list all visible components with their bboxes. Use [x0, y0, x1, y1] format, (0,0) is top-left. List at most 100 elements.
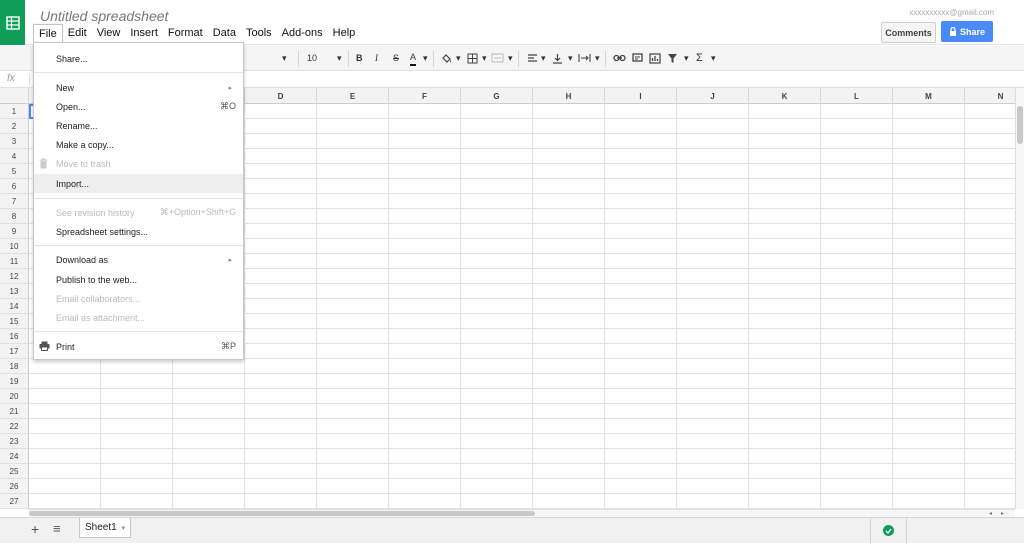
grid-cell[interactable] — [389, 494, 461, 509]
grid-cell[interactable] — [965, 269, 1015, 284]
grid-cell[interactable] — [389, 464, 461, 479]
grid-cell[interactable] — [821, 104, 893, 119]
grid-cell[interactable] — [821, 224, 893, 239]
menu-help[interactable]: Help — [328, 24, 361, 42]
grid-cell[interactable] — [533, 194, 605, 209]
grid-cell[interactable] — [317, 209, 389, 224]
grid-cell[interactable] — [821, 479, 893, 494]
row-header[interactable]: 23 — [0, 434, 29, 449]
horizontal-scrollbar[interactable]: ◂ ▸ — [29, 509, 1015, 517]
grid-cell[interactable] — [749, 494, 821, 509]
grid-cell[interactable] — [245, 464, 317, 479]
grid-cell[interactable] — [461, 239, 533, 254]
grid-cell[interactable] — [749, 449, 821, 464]
grid-cell[interactable] — [749, 359, 821, 374]
grid-cell[interactable] — [533, 404, 605, 419]
functions-chevron-down-icon[interactable]: ▾ — [711, 50, 716, 66]
grid-cell[interactable] — [965, 419, 1015, 434]
grid-cell[interactable] — [317, 494, 389, 509]
row-header[interactable]: 20 — [0, 389, 29, 404]
grid-cell[interactable] — [749, 254, 821, 269]
grid-cell[interactable] — [821, 134, 893, 149]
grid-cell[interactable] — [893, 464, 965, 479]
grid-cell[interactable] — [389, 359, 461, 374]
row-header[interactable]: 17 — [0, 344, 29, 359]
grid-cell[interactable] — [821, 209, 893, 224]
all-sheets-list-icon[interactable]: ≡ — [53, 521, 61, 536]
menu-item-open[interactable]: Open... ⌘O — [34, 97, 243, 116]
bold-button[interactable]: B — [356, 50, 363, 66]
grid-cell[interactable] — [461, 404, 533, 419]
document-title[interactable]: Untitled spreadsheet — [40, 8, 168, 24]
grid-cell[interactable] — [605, 149, 677, 164]
grid-cell[interactable] — [893, 179, 965, 194]
grid-cell[interactable] — [821, 434, 893, 449]
grid-cell[interactable] — [317, 299, 389, 314]
grid-cell[interactable] — [533, 134, 605, 149]
menu-tools[interactable]: Tools — [241, 24, 277, 42]
grid-cell[interactable] — [101, 464, 173, 479]
grid-cell[interactable] — [677, 314, 749, 329]
menu-edit[interactable]: Edit — [63, 24, 92, 42]
row-header[interactable]: 5 — [0, 164, 29, 179]
menu-data[interactable]: Data — [208, 24, 241, 42]
grid-cell[interactable] — [29, 404, 101, 419]
sheet-tab-chevron-down-icon[interactable]: ▾ — [121, 524, 125, 532]
grid-cell[interactable] — [173, 464, 245, 479]
column-header[interactable]: G — [461, 88, 533, 104]
grid-cell[interactable] — [461, 179, 533, 194]
grid-cell[interactable] — [677, 104, 749, 119]
menu-format[interactable]: Format — [163, 24, 208, 42]
grid-cell[interactable] — [821, 389, 893, 404]
grid-cell[interactable] — [389, 269, 461, 284]
grid-cell[interactable] — [245, 164, 317, 179]
grid-cell[interactable] — [317, 239, 389, 254]
grid-cell[interactable] — [533, 269, 605, 284]
grid-cell[interactable] — [533, 119, 605, 134]
grid-cell[interactable] — [245, 224, 317, 239]
row-header[interactable]: 10 — [0, 239, 29, 254]
grid-cell[interactable] — [677, 389, 749, 404]
column-header[interactable]: I — [605, 88, 677, 104]
grid-cell[interactable] — [245, 419, 317, 434]
grid-cell[interactable] — [893, 164, 965, 179]
grid-cell[interactable] — [461, 374, 533, 389]
menu-addons[interactable]: Add-ons — [277, 24, 328, 42]
grid-cell[interactable] — [749, 269, 821, 284]
grid-cell[interactable] — [893, 239, 965, 254]
row-header[interactable]: 16 — [0, 329, 29, 344]
grid-cell[interactable] — [389, 404, 461, 419]
grid-cell[interactable] — [893, 149, 965, 164]
grid-cell[interactable] — [389, 134, 461, 149]
grid-cell[interactable] — [965, 104, 1015, 119]
grid-cell[interactable] — [101, 374, 173, 389]
grid-cell[interactable] — [965, 224, 1015, 239]
grid-cell[interactable] — [317, 329, 389, 344]
grid-cell[interactable] — [389, 434, 461, 449]
grid-cell[interactable] — [389, 164, 461, 179]
grid-cell[interactable] — [605, 374, 677, 389]
grid-cell[interactable] — [317, 449, 389, 464]
grid-cell[interactable] — [893, 419, 965, 434]
grid-cell[interactable] — [965, 479, 1015, 494]
grid-cell[interactable] — [29, 464, 101, 479]
grid-cell[interactable] — [893, 479, 965, 494]
scroll-right-arrow-icon[interactable]: ▸ — [1001, 510, 1004, 517]
grid-cell[interactable] — [677, 164, 749, 179]
grid-cell[interactable] — [821, 359, 893, 374]
grid-cell[interactable] — [29, 434, 101, 449]
grid-cell[interactable] — [461, 329, 533, 344]
grid-cell[interactable] — [101, 404, 173, 419]
grid-cell[interactable] — [533, 179, 605, 194]
grid-cell[interactable] — [749, 194, 821, 209]
grid-cell[interactable] — [605, 179, 677, 194]
grid-cell[interactable] — [821, 254, 893, 269]
grid-cell[interactable] — [533, 329, 605, 344]
grid-cell[interactable] — [533, 494, 605, 509]
grid-cell[interactable] — [821, 374, 893, 389]
grid-cell[interactable] — [677, 224, 749, 239]
grid-cell[interactable] — [461, 284, 533, 299]
grid-cell[interactable] — [749, 149, 821, 164]
grid-cell[interactable] — [893, 269, 965, 284]
grid-cell[interactable] — [749, 224, 821, 239]
